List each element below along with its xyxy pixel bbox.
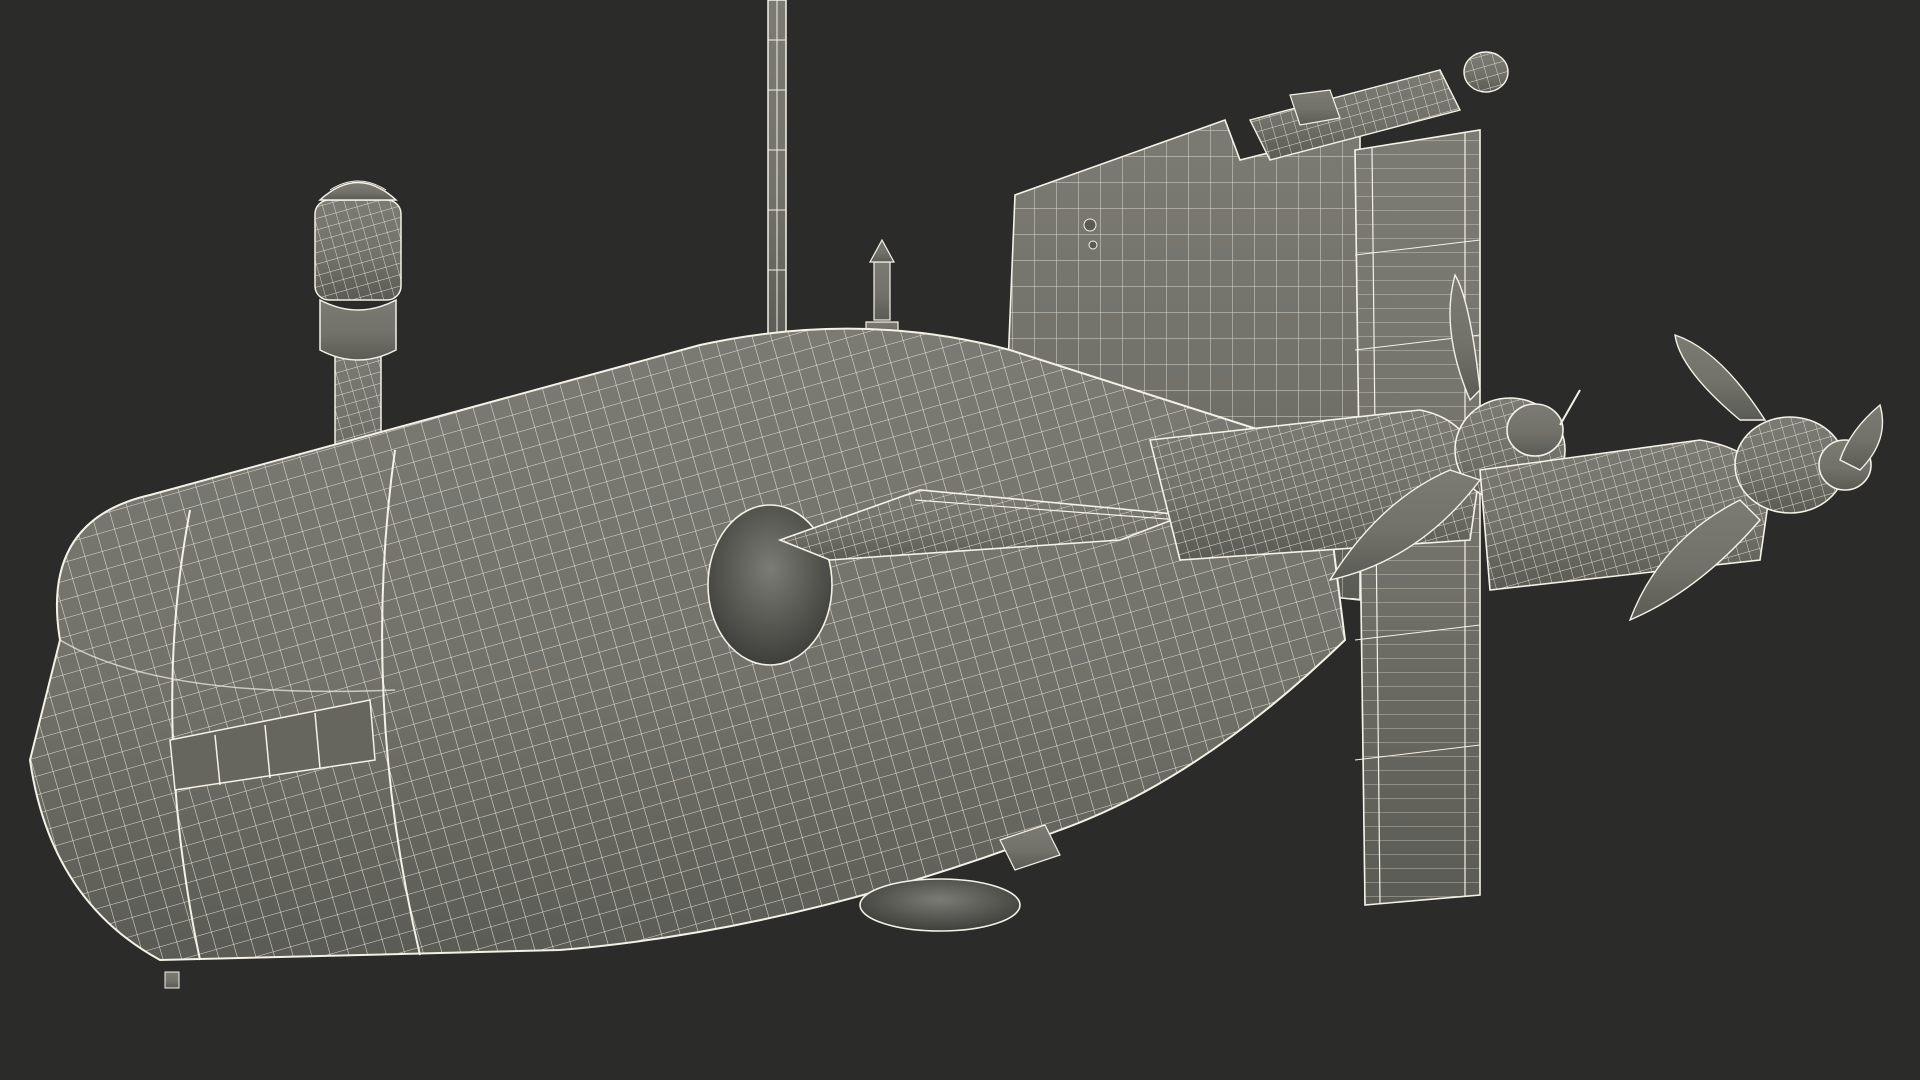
submarine-wireframe-render — [0, 0, 1920, 1080]
periscope-mast — [767, 0, 787, 346]
keel-tab — [164, 971, 180, 989]
propeller-hub-left — [1506, 403, 1564, 457]
render-viewport[interactable] — [0, 0, 1920, 1080]
hull-opening-lower — [859, 878, 1021, 932]
